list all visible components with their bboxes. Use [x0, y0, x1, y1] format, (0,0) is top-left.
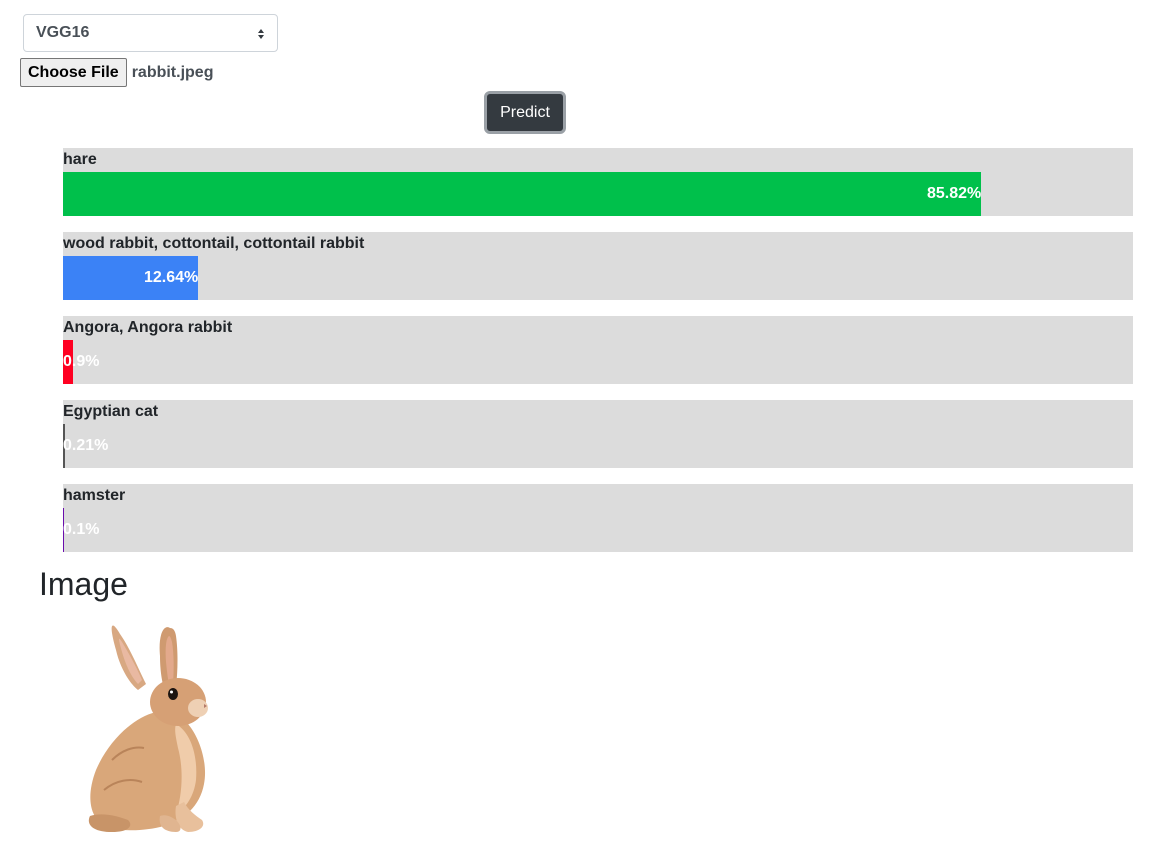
prediction-bar — [63, 172, 982, 216]
prediction-label: hare — [63, 151, 97, 168]
uploaded-rabbit-image — [88, 625, 208, 832]
model-select[interactable]: VGG16 — [23, 14, 278, 52]
prediction-label: Angora, Angora rabbit — [63, 319, 233, 336]
file-name: rabbit.jpeg — [131, 63, 214, 81]
prediction-row: Egyptian cat 0.21% — [63, 400, 1133, 468]
predict-button[interactable]: Predict — [484, 91, 566, 134]
prediction-value: 0.9% — [63, 353, 100, 370]
model-select-value: VGG16 — [36, 24, 90, 41]
prediction-row: Angora, Angora rabbit 0.9% — [63, 316, 1133, 384]
prediction-label: wood rabbit, cottontail, cottontail rabb… — [63, 235, 365, 252]
prediction-value: 85.82% — [927, 185, 982, 202]
prediction-row: hamster 0.1% — [63, 484, 1133, 552]
choose-file-button[interactable]: Choose File — [20, 58, 127, 87]
prediction-label: hamster — [63, 487, 126, 504]
predictions-list: hare 85.82% wood rabbit, cottontail, cot… — [63, 148, 1133, 568]
prediction-row: hare 85.82% — [63, 148, 1133, 216]
file-input: Choose File rabbit.jpeg — [20, 58, 213, 87]
select-arrows-icon — [258, 29, 264, 39]
prediction-label: Egyptian cat — [63, 403, 159, 420]
image-heading: Image — [39, 566, 128, 602]
prediction-value: 0.1% — [63, 521, 100, 538]
prediction-value: 0.21% — [63, 437, 109, 454]
prediction-value: 12.64% — [143, 269, 199, 286]
prediction-row: wood rabbit, cottontail, cottontail rabb… — [63, 232, 1133, 300]
